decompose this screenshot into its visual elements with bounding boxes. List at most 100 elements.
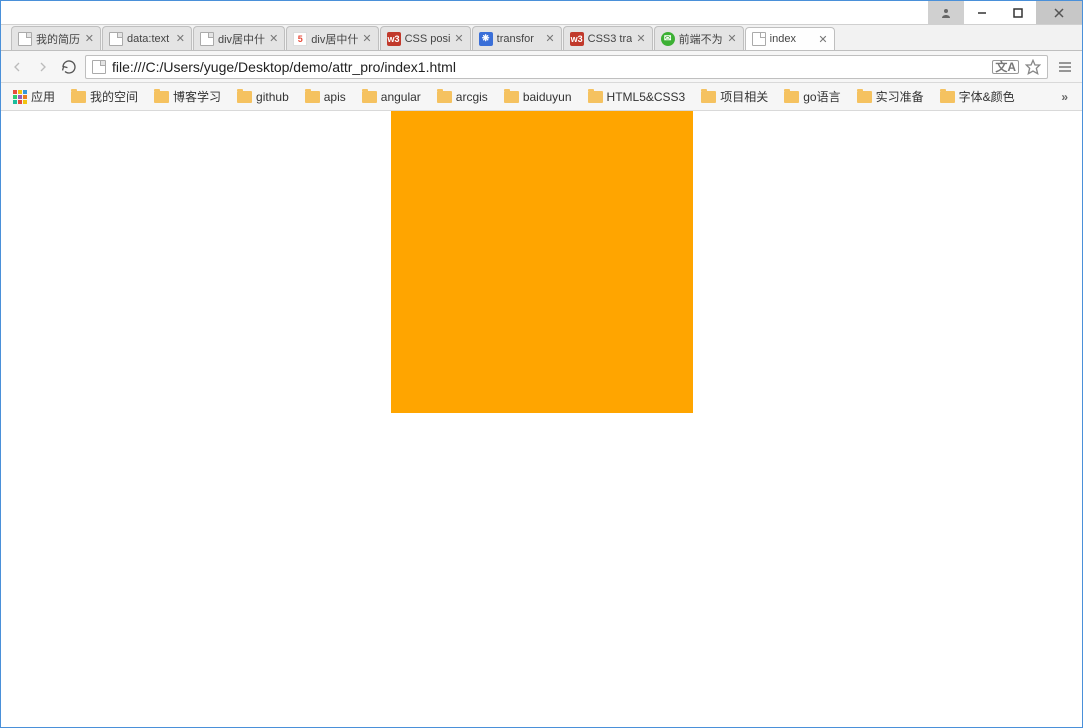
tab-7[interactable]: ✉ 前端不为✕ <box>654 26 744 50</box>
forward-button[interactable] <box>33 57 53 77</box>
tab-close-button[interactable]: ✕ <box>636 32 645 45</box>
bookmark-item-7[interactable]: HTML5&CSS3 <box>584 86 690 107</box>
bookmark-label: apis <box>324 90 346 104</box>
tab-label: div居中什 <box>311 31 358 47</box>
apps-shortcut[interactable]: 应用 <box>9 86 59 107</box>
bookmark-label: 字体&颜色 <box>959 88 1015 105</box>
bookmark-item-2[interactable]: github <box>233 86 293 107</box>
folder-icon <box>71 91 86 103</box>
tab-close-button[interactable]: ✕ <box>818 33 827 46</box>
page-file-icon <box>92 60 106 74</box>
hamburger-icon <box>1057 59 1073 75</box>
tab-close-button[interactable]: ✕ <box>269 32 278 45</box>
bookmark-label: github <box>256 90 289 104</box>
address-input[interactable] <box>112 59 986 75</box>
centered-orange-box <box>391 111 693 413</box>
maximize-button[interactable] <box>1000 1 1036 24</box>
bookmark-label: HTML5&CSS3 <box>607 90 686 104</box>
tab-close-button[interactable]: ✕ <box>727 32 736 45</box>
arrow-left-icon <box>9 59 25 75</box>
reload-button[interactable] <box>59 57 79 77</box>
tab-close-button[interactable]: ✕ <box>362 32 371 45</box>
bookmark-label: 我的空间 <box>90 88 138 105</box>
tab-label: CSS posi <box>405 33 451 45</box>
baidu-favicon-icon: ❋ <box>479 32 493 46</box>
page-viewport <box>1 111 1082 727</box>
tab-label: data:text <box>127 33 172 45</box>
file-favicon-icon <box>18 32 32 46</box>
bookmark-label: go语言 <box>803 88 840 105</box>
tab-label: CSS3 tra <box>588 33 633 45</box>
folder-icon <box>154 91 169 103</box>
bookmark-item-6[interactable]: baiduyun <box>500 86 576 107</box>
bookmark-item-9[interactable]: go语言 <box>780 86 844 107</box>
bookmark-item-1[interactable]: 博客学习 <box>150 86 225 107</box>
folder-icon <box>857 91 872 103</box>
user-icon <box>940 7 952 19</box>
bookmark-overflow-button[interactable]: » <box>1055 90 1074 104</box>
arrow-right-icon <box>35 59 51 75</box>
omnibox-actions: 文A <box>992 59 1041 75</box>
bookmark-bar: 应用 我的空间 博客学习 github apis angular arcgis baiduy… <box>1 83 1082 111</box>
tab-label: 前端不为 <box>679 31 724 47</box>
apps-label: 应用 <box>31 88 55 105</box>
star-icon[interactable] <box>1025 59 1041 75</box>
chrome-menu-button[interactable] <box>1054 56 1076 78</box>
tab-label: transfor <box>497 33 542 45</box>
bookmark-label: baiduyun <box>523 90 572 104</box>
tab-strip: 我的简历✕data:text✕div居中什✕5div居中什✕w3CSS posi… <box>1 25 1082 51</box>
maximize-icon <box>1013 8 1023 18</box>
folder-icon <box>588 91 603 103</box>
window-titlebar <box>1 1 1082 25</box>
folder-icon <box>237 91 252 103</box>
bookmark-item-8[interactable]: 项目相关 <box>697 86 772 107</box>
translate-icon[interactable]: 文A <box>992 60 1019 74</box>
tab-3[interactable]: 5div居中什✕ <box>286 26 378 50</box>
tab-2[interactable]: div居中什 ✕ <box>193 26 285 50</box>
file-favicon-icon <box>109 32 123 46</box>
chrome-window: 我的简历✕data:text✕div居中什✕5div居中什✕w3CSS posi… <box>0 0 1083 728</box>
tab-close-button[interactable]: ✕ <box>176 32 185 45</box>
apps-grid-icon <box>13 90 27 104</box>
user-switcher-button[interactable] <box>928 1 964 24</box>
w3-favicon-icon: w3 <box>387 32 401 46</box>
bookmark-label: 项目相关 <box>720 88 768 105</box>
toolbar: 文A <box>1 51 1082 83</box>
bookmark-item-3[interactable]: apis <box>301 86 350 107</box>
bookmark-label: 实习准备 <box>876 88 924 105</box>
back-button[interactable] <box>7 57 27 77</box>
tab-0[interactable]: 我的简历✕ <box>11 26 101 50</box>
minimize-button[interactable] <box>964 1 1000 24</box>
bookmark-item-10[interactable]: 实习准备 <box>853 86 928 107</box>
tab-label: div居中什 <box>218 31 265 47</box>
bookmark-items: 我的空间 博客学习 github apis angular arcgis baiduyun H… <box>67 86 1019 107</box>
close-icon <box>1054 8 1064 18</box>
tab-close-button[interactable]: ✕ <box>454 32 463 45</box>
tab-close-button[interactable]: ✕ <box>85 32 94 45</box>
tab-5[interactable]: ❋ transfor✕ <box>472 26 562 50</box>
folder-icon <box>305 91 320 103</box>
bookmark-item-0[interactable]: 我的空间 <box>67 86 142 107</box>
folder-icon <box>362 91 377 103</box>
w3-favicon-icon: w3 <box>570 32 584 46</box>
bookmark-item-11[interactable]: 字体&颜色 <box>936 86 1019 107</box>
folder-icon <box>940 91 955 103</box>
tab-4[interactable]: w3 CSS posi✕ <box>380 26 471 50</box>
bookmark-item-5[interactable]: arcgis <box>433 86 492 107</box>
close-window-button[interactable] <box>1036 1 1082 24</box>
file-favicon-icon <box>752 32 766 46</box>
tab-6[interactable]: w3 CSS3 tra✕ <box>563 26 653 50</box>
reload-icon <box>61 59 77 75</box>
tab-close-button[interactable]: ✕ <box>545 32 554 45</box>
tab-label: index <box>770 33 815 45</box>
address-bar[interactable]: 文A <box>85 55 1048 79</box>
folder-icon <box>784 91 799 103</box>
folder-icon <box>504 91 519 103</box>
tab-8[interactable]: index✕ <box>745 27 835 51</box>
wechat-favicon-icon: ✉ <box>661 32 675 46</box>
file-favicon-icon <box>200 32 214 46</box>
bookmark-item-4[interactable]: angular <box>358 86 425 107</box>
tab-1[interactable]: data:text ✕ <box>102 26 192 50</box>
bookmark-label: angular <box>381 90 421 104</box>
bookmark-label: 博客学习 <box>173 88 221 105</box>
